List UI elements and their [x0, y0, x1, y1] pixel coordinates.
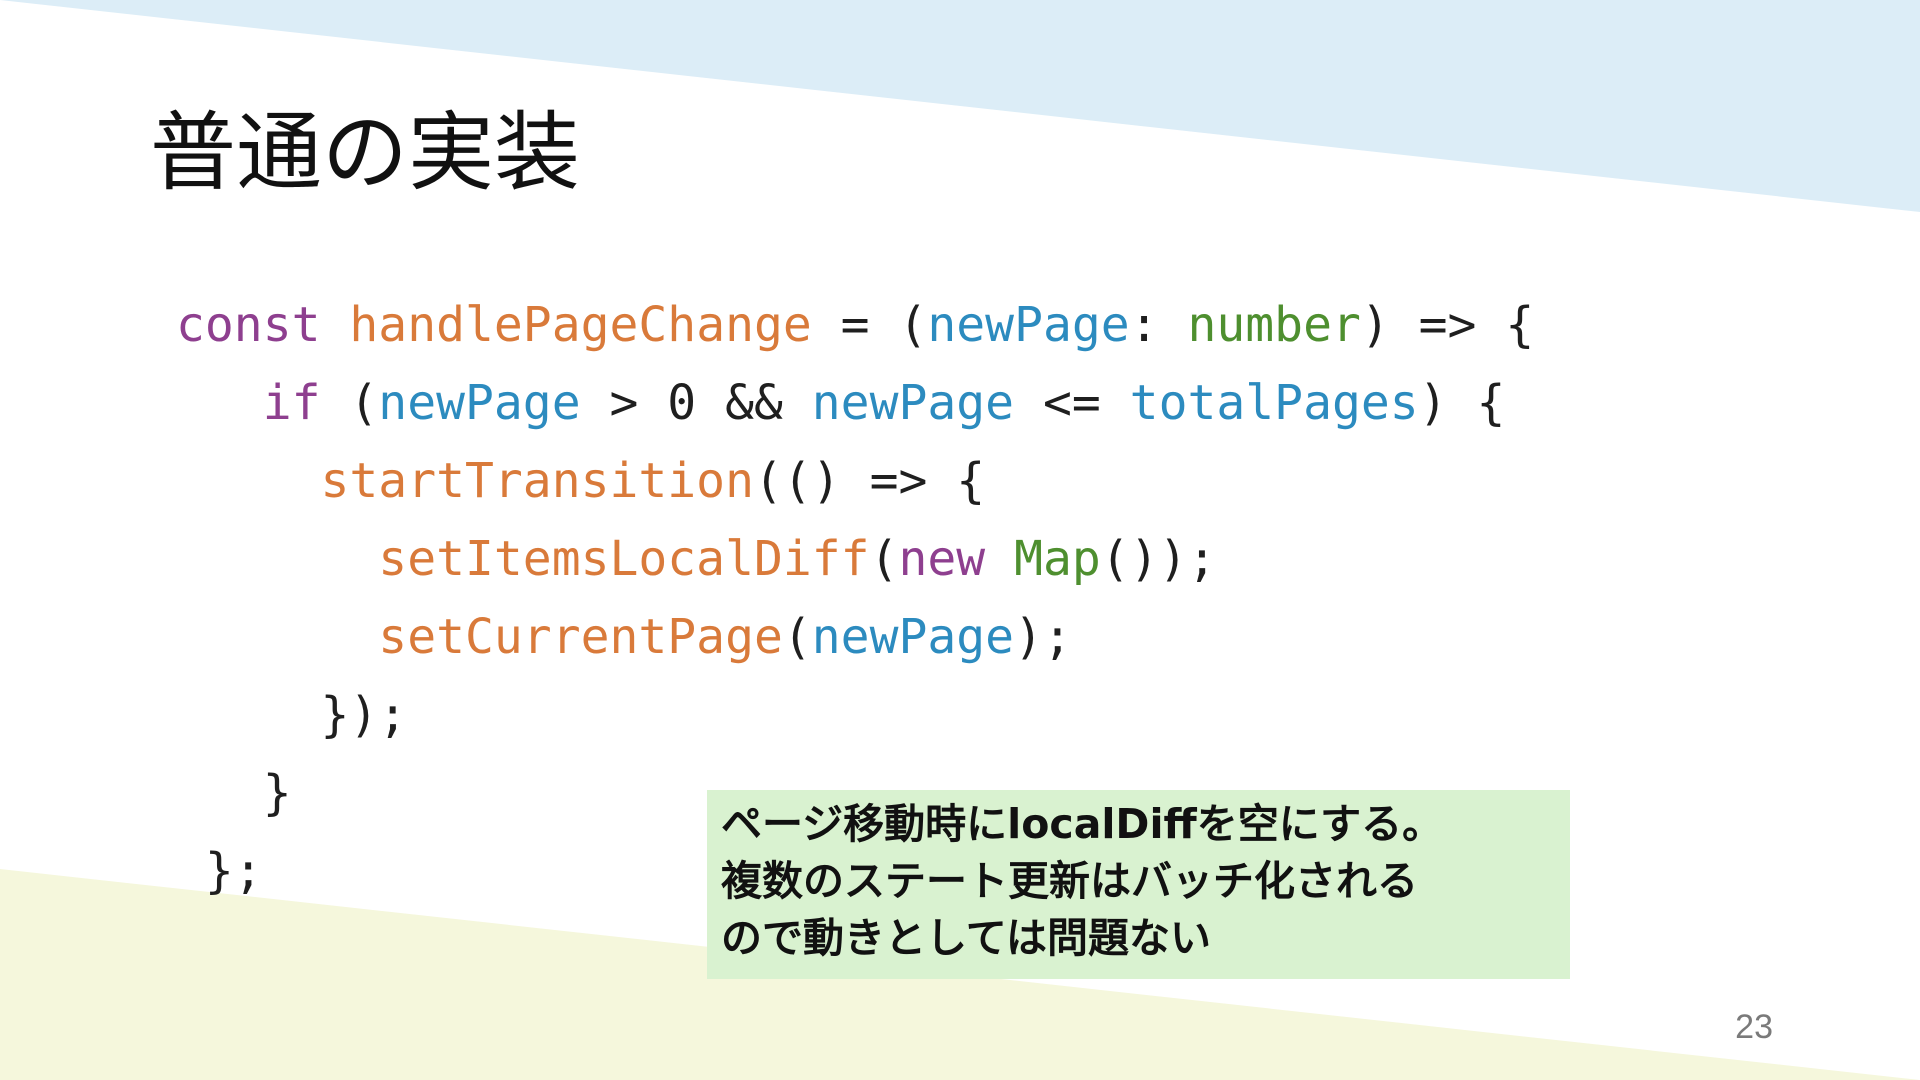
code-token-plain: } — [262, 765, 292, 821]
note-box: ページ移動時にlocalDiffを空にする。 複数のステート更新はバッチ化される… — [707, 790, 1570, 979]
note-line: 複数のステート更新はバッチ化される — [721, 857, 1418, 905]
code-token-plain: ) => { — [1360, 297, 1535, 353]
code-token-variable: newPage — [378, 375, 581, 431]
code-token-plain: = ( — [811, 297, 928, 353]
code-token-plain: ( — [869, 531, 899, 587]
code-token-function: setCurrentPage — [378, 609, 783, 665]
code-line: setItemsLocalDiff(new Map()); — [176, 520, 1534, 598]
code-token-plain: ( — [782, 609, 812, 665]
note-line: ので動きとしては問題ない — [721, 914, 1211, 962]
code-token-plain: }; — [204, 843, 263, 899]
note-line: ページ移動時にlocalDiffを空にする。 — [721, 800, 1444, 848]
code-token-keyword: new — [898, 531, 986, 587]
code-token-plain: ()); — [1100, 531, 1217, 587]
code-token-plain: ( — [320, 375, 379, 431]
code-token-plain: (() => { — [753, 453, 986, 509]
code-token-keyword: const — [176, 297, 321, 353]
code-token-function: handlePageChange — [349, 297, 812, 353]
code-line: startTransition(() => { — [176, 442, 1534, 520]
code-token-plain: ) { — [1418, 375, 1506, 431]
code-token-plain: }); — [320, 687, 408, 743]
code-line: }); — [176, 676, 1534, 754]
code-token-function: setItemsLocalDiff — [378, 531, 870, 587]
code-token-variable: newPage — [927, 297, 1130, 353]
slide-title: 普通の実装 — [150, 103, 580, 203]
code-token-plain: : — [1129, 297, 1188, 353]
code-token-function: startTransition — [320, 453, 754, 509]
code-token-variable: totalPages — [1129, 375, 1419, 431]
code-token-plain: ); — [1014, 609, 1072, 665]
code-token-plain: <= — [1014, 375, 1130, 431]
code-token-variable: newPage — [811, 375, 1015, 431]
code-token-type: Map — [1014, 531, 1101, 587]
slide: 普通の実装 const handlePageChange = (newPage:… — [0, 0, 1920, 1080]
code-line: if (newPage > 0 && newPage <= totalPages… — [176, 364, 1534, 442]
code-token-variable: newPage — [811, 609, 1015, 665]
code-token-plain: > 0 && — [580, 375, 812, 431]
code-line: setCurrentPage(newPage); — [176, 598, 1534, 676]
code-token-keyword: if — [262, 375, 321, 431]
code-line: const handlePageChange = (newPage: numbe… — [176, 286, 1534, 364]
code-token-type: number — [1187, 297, 1361, 353]
page-number: 23 — [1735, 1008, 1773, 1046]
